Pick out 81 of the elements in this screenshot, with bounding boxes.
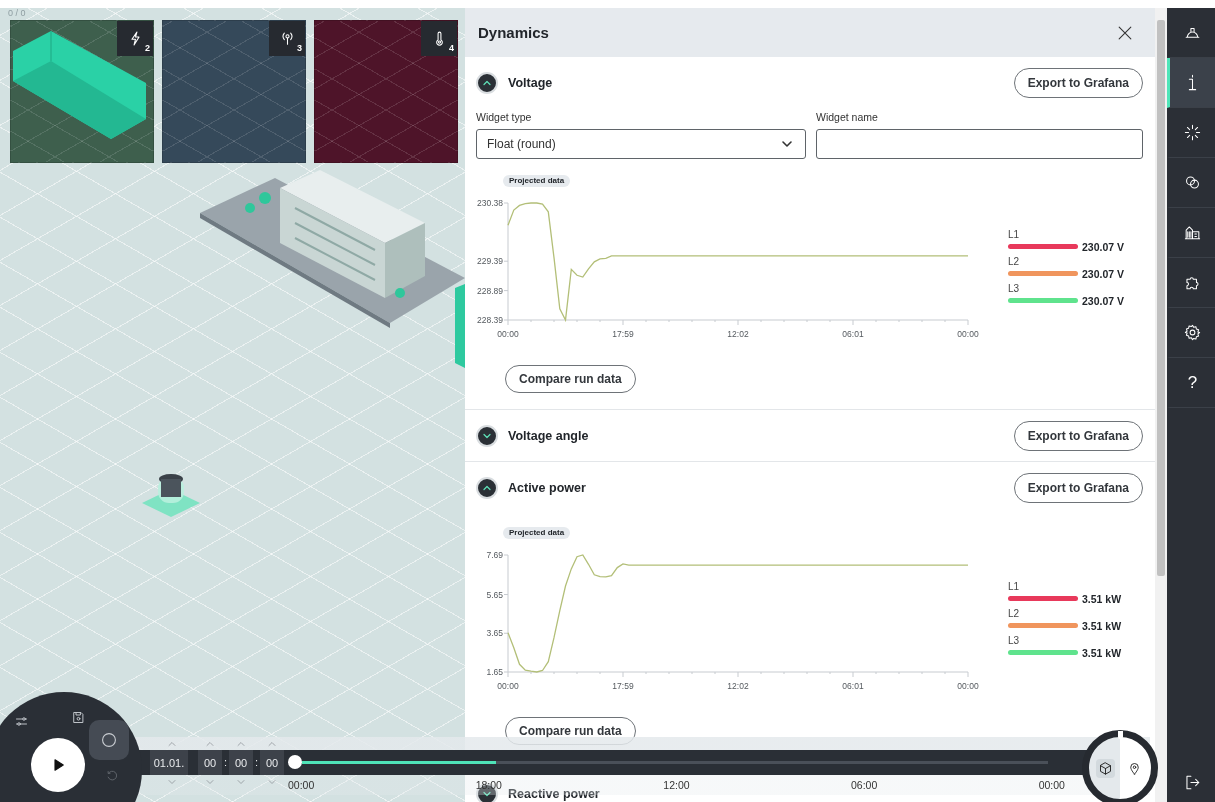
view-mode-button[interactable] <box>1096 758 1115 778</box>
legend-label: L1 <box>1008 227 1021 241</box>
badge-count: 3 <box>297 43 302 53</box>
expand-toggle[interactable] <box>476 476 498 499</box>
legend-value: 3.51 kW <box>1082 646 1122 659</box>
axis-label: 17:59 <box>612 681 634 691</box>
axis-label: 06:01 <box>842 681 864 691</box>
axis-label: 00:00 <box>497 329 519 339</box>
north-marker <box>1118 731 1123 739</box>
axis-label: 7.69 <box>486 550 503 560</box>
undo-icon <box>104 768 120 784</box>
axis-label: 1.65 <box>486 667 503 677</box>
axis-label: 228.39 <box>477 315 503 325</box>
time-separator: : <box>253 755 260 770</box>
buildings-icon <box>1183 223 1202 242</box>
timeline-track[interactable] <box>302 761 1048 764</box>
time-field[interactable]: 00 <box>198 750 222 775</box>
dial-button[interactable] <box>89 720 129 760</box>
axis-label: 06:01 <box>842 329 864 339</box>
axis-label: 00:00 <box>957 681 979 691</box>
map-pin-icon <box>1127 760 1142 776</box>
sidebar-button[interactable]: ? <box>1167 358 1215 408</box>
export-button[interactable]: Export to Grafana <box>1013 472 1143 503</box>
axis-label: 3.65 <box>486 628 503 639</box>
settings-icon <box>1183 323 1202 342</box>
time-label: 00:00 <box>1038 779 1065 791</box>
panel-title: Dynamics <box>478 24 550 41</box>
axis-label: 12:02 <box>727 681 749 691</box>
series-badge: Projected data <box>503 527 571 539</box>
cube-icon <box>1098 760 1113 776</box>
slider-handle[interactable] <box>288 755 302 769</box>
axis-label: 00:00 <box>497 681 519 691</box>
legend-value: 3.51 kW <box>1082 619 1122 632</box>
time-separator: : <box>222 755 229 770</box>
time-label: 06:00 <box>851 779 878 791</box>
field-label: Widget type <box>476 110 533 124</box>
badge-count: 4 <box>449 43 454 53</box>
legend-value: 230.07 V <box>1082 294 1125 307</box>
series-badge: Projected data <box>503 175 571 187</box>
axis-label: 5.65 <box>486 589 503 600</box>
legend-label: L3 <box>1008 281 1021 295</box>
time-field[interactable]: 00 <box>229 750 253 775</box>
export-button[interactable]: Export to Grafana <box>1013 420 1143 451</box>
dropdown-value: Float (round) <box>487 137 557 151</box>
badge-count: 2 <box>145 43 150 53</box>
axis-label: 228.89 <box>477 285 503 296</box>
expand-toggle[interactable] <box>476 71 498 94</box>
widget-type-dropdown[interactable]: Float (round) <box>476 129 806 159</box>
time-label: 00:00 <box>288 779 315 791</box>
legend-label: L3 <box>1008 633 1021 647</box>
section-title: Voltage angle <box>508 428 589 443</box>
scrollbar[interactable] <box>1157 20 1165 576</box>
map-thumbnail[interactable]: 3 <box>162 20 306 163</box>
axis-label: 00:00 <box>957 329 979 339</box>
loading-icon <box>1183 123 1202 142</box>
axis-label: 229.39 <box>477 256 503 267</box>
map-thumbnail[interactable]: 4 <box>314 20 458 163</box>
section-title: Reactive power <box>508 786 600 801</box>
legend-label: L1 <box>1008 579 1021 593</box>
section-title: Voltage <box>508 75 553 90</box>
export-button[interactable]: Export to Grafana <box>1013 67 1143 98</box>
time-field[interactable]: 00 <box>260 750 284 775</box>
compare-button[interactable]: Compare run data <box>505 365 636 393</box>
expand-toggle[interactable] <box>476 424 498 447</box>
axis-label: 17:59 <box>612 329 634 339</box>
play-button[interactable] <box>31 738 85 792</box>
widget-name-field[interactable] <box>816 129 1143 159</box>
axis-label: 12:02 <box>727 329 749 339</box>
map-thumbnail[interactable]: 2 <box>10 20 154 163</box>
legend-label: L2 <box>1008 606 1021 620</box>
field-label: Widget name <box>816 110 879 124</box>
legend-value: 3.51 kW <box>1082 592 1122 605</box>
legend-label: L2 <box>1008 254 1021 268</box>
circles-icon <box>1183 173 1202 192</box>
time-field[interactable]: 01.01. <box>150 750 188 775</box>
legend-value: 230.07 V <box>1082 240 1125 253</box>
sidebar-button[interactable] <box>1167 58 1215 108</box>
time-label: 12:00 <box>663 779 690 791</box>
section-title: Active power <box>508 480 586 495</box>
axis-label: 230.38 <box>477 198 503 208</box>
legend-value: 230.07 V <box>1082 267 1125 280</box>
